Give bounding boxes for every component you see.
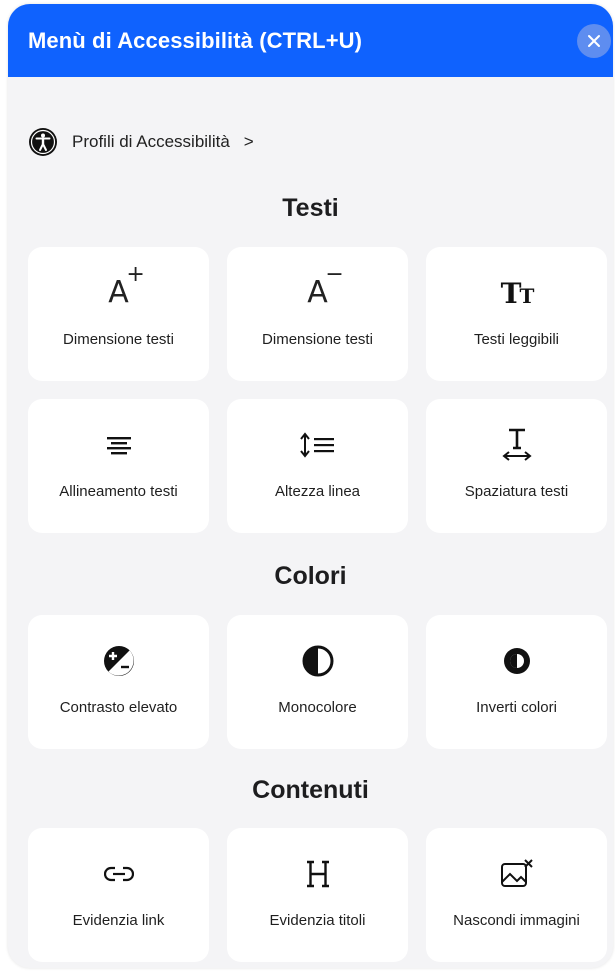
highlight-links-card[interactable]: Evidenzia link bbox=[28, 828, 209, 962]
line-height-icon bbox=[298, 425, 338, 465]
high-contrast-icon bbox=[103, 641, 135, 681]
close-icon bbox=[588, 35, 600, 47]
high-contrast-card[interactable]: Contrasto elevato bbox=[28, 615, 209, 749]
increase-text-size-card[interactable]: A + Dimensione testi bbox=[28, 247, 209, 381]
monochrome-card[interactable]: Monocolore bbox=[227, 615, 408, 749]
accessibility-profiles-label: Profili di Accessibilità bbox=[72, 132, 230, 151]
text-align-icon bbox=[106, 425, 132, 465]
chevron-right-icon: > bbox=[243, 132, 254, 151]
link-icon bbox=[103, 854, 134, 894]
text-size-increase-icon: A + bbox=[108, 262, 145, 310]
card-label: Dimensione testi bbox=[262, 331, 373, 348]
section-title-colori: Colori bbox=[274, 562, 347, 590]
readable-font-icon: TT bbox=[500, 276, 535, 310]
line-height-card[interactable]: Altezza linea bbox=[227, 399, 408, 533]
highlight-headings-card[interactable]: Evidenzia titoli bbox=[227, 828, 408, 962]
card-label: Monocolore bbox=[278, 699, 357, 716]
menu-header: Menù di Accessibilità (CTRL+U) bbox=[8, 4, 613, 77]
card-label: Altezza linea bbox=[274, 483, 361, 500]
card-label: Nascondi immagini bbox=[453, 912, 580, 929]
card-label: Allineamento testi bbox=[59, 483, 178, 500]
card-label: Testi leggibili bbox=[473, 331, 560, 348]
content-options-grid: Evidenzia link Evidenzia titoli Nascondi… bbox=[28, 828, 607, 962]
text-align-card[interactable]: Allineamento testi bbox=[28, 399, 209, 533]
decrease-text-size-card[interactable]: A − Dimensione testi bbox=[227, 247, 408, 381]
card-label: Contrasto elevato bbox=[59, 699, 178, 716]
hide-images-icon bbox=[500, 854, 534, 894]
invert-colors-card[interactable]: Inverti colori bbox=[426, 615, 607, 749]
heading-icon bbox=[304, 854, 332, 894]
card-label: Dimensione testi bbox=[63, 331, 174, 348]
letter-spacing-card[interactable]: Spaziatura testi bbox=[426, 399, 607, 533]
section-title-contenuti: Contenuti bbox=[252, 776, 369, 804]
accessibility-menu-panel: Menù di Accessibilità (CTRL+U) Profili d… bbox=[8, 4, 613, 968]
text-size-decrease-icon: A − bbox=[307, 262, 344, 310]
card-label: Spaziatura testi bbox=[464, 483, 569, 500]
monochrome-icon bbox=[302, 641, 334, 681]
invert-colors-icon bbox=[503, 641, 531, 681]
close-button[interactable] bbox=[577, 24, 611, 58]
accessibility-person-icon bbox=[29, 128, 57, 156]
hide-images-card[interactable]: Nascondi immagini bbox=[426, 828, 607, 962]
card-label: Evidenzia link bbox=[72, 912, 165, 929]
accessibility-profiles-link[interactable]: Profili di Accessibilità > bbox=[28, 127, 254, 157]
section-title-testi: Testi bbox=[282, 194, 339, 222]
menu-title: Menù di Accessibilità (CTRL+U) bbox=[28, 28, 363, 53]
card-label: Inverti colori bbox=[476, 699, 557, 716]
text-options-grid: A + Dimensione testi A − Dimensione testi … bbox=[28, 247, 607, 533]
color-options-grid: Contrasto elevato Monocolore Inverti col… bbox=[28, 615, 607, 749]
readable-font-card[interactable]: TT Testi leggibili bbox=[426, 247, 607, 381]
letter-spacing-icon bbox=[501, 425, 532, 465]
card-label: Evidenzia titoli bbox=[269, 912, 366, 929]
